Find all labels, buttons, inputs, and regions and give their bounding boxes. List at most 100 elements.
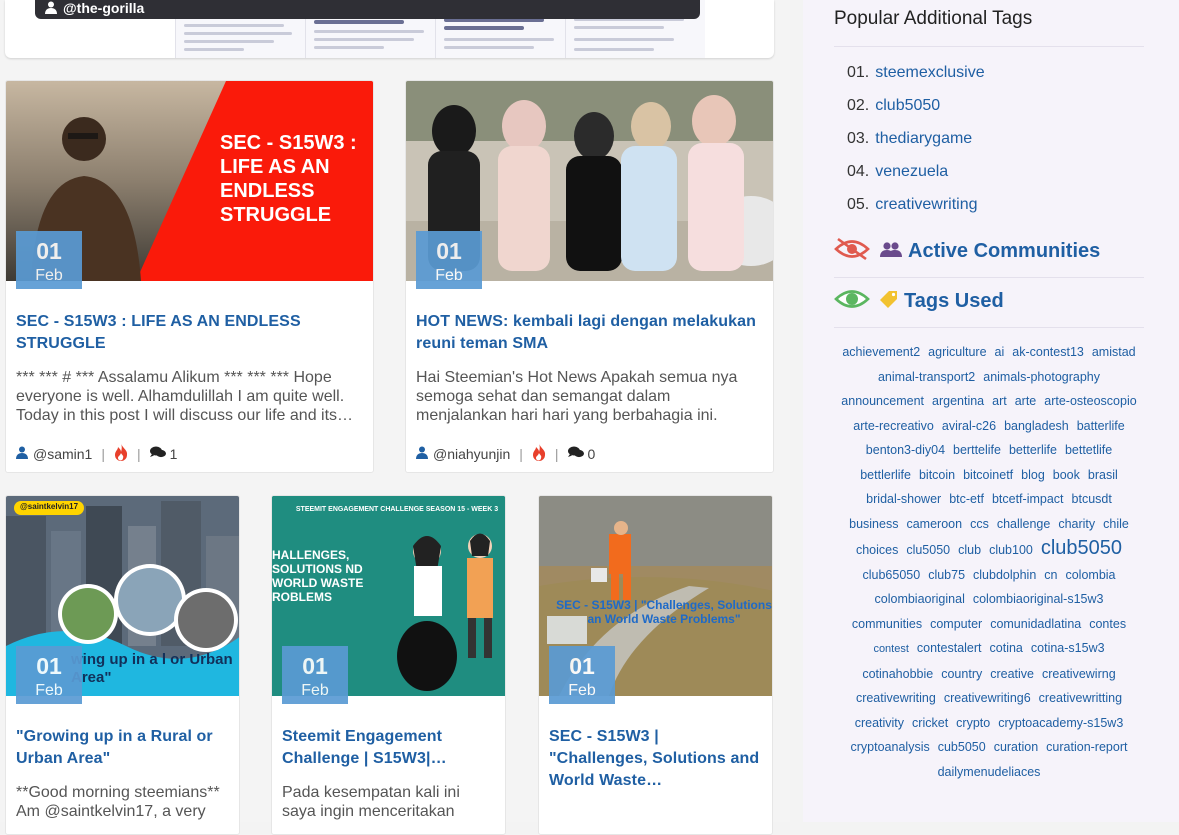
tag-link[interactable]: comunidadlatina <box>990 612 1081 637</box>
post-title[interactable]: SEC - S15W3 : LIFE AS AN ENDLESS STRUGGL… <box>16 311 361 355</box>
tag-link[interactable]: club5050 <box>1041 536 1122 561</box>
tag-link[interactable]: animal-transport2 <box>878 365 975 390</box>
tag-link[interactable]: creativewritting <box>1039 686 1122 711</box>
tag-link[interactable]: clu5050 <box>906 538 950 563</box>
tag-link[interactable]: crypto <box>956 711 990 736</box>
tag-link[interactable]: colombiaoriginal <box>875 587 965 612</box>
popular-tag-link[interactable]: steemexclusive <box>875 64 984 81</box>
tag-link[interactable]: curation <box>994 735 1038 760</box>
tag-link[interactable]: art <box>992 389 1007 414</box>
post-card[interactable]: SEC - S15W3 : LIFE AS AN ENDLESS STRUGGL… <box>5 80 374 473</box>
tag-link[interactable]: btc-etf <box>949 487 984 512</box>
tag-link[interactable]: bettetlife <box>1065 438 1112 463</box>
tag-link[interactable]: cryptoanalysis <box>851 735 930 760</box>
tag-link[interactable]: ak-contest13 <box>1012 340 1084 365</box>
eye-icon[interactable] <box>834 286 870 317</box>
tag-link[interactable]: blog <box>1021 463 1045 488</box>
tag-link[interactable]: book <box>1053 463 1080 488</box>
tag-link[interactable]: club65050 <box>862 563 920 588</box>
tag-link[interactable]: btcusdt <box>1072 487 1112 512</box>
popular-tag-link[interactable]: creativewriting <box>875 196 977 213</box>
tag-link[interactable]: chile <box>1103 512 1129 537</box>
tag-link[interactable]: curation-report <box>1046 735 1127 760</box>
tags-used-section[interactable]: Tags Used <box>834 286 1004 317</box>
tag-link[interactable]: agriculture <box>928 340 986 365</box>
tag-link[interactable]: communities <box>852 612 922 637</box>
tag-link[interactable]: bettlerlife <box>860 463 911 488</box>
tag-link[interactable]: cricket <box>912 711 948 736</box>
post-author[interactable]: @samin1 <box>33 446 92 462</box>
tag-link[interactable]: challenge <box>997 512 1051 537</box>
date-badge: 01 Feb <box>416 231 482 289</box>
tag-link[interactable]: colombia <box>1065 563 1115 588</box>
tag-link[interactable]: berttelife <box>953 438 1001 463</box>
tag-link[interactable]: ccs <box>970 512 989 537</box>
post-title[interactable]: HOT NEWS: kembali lagi dengan melakukan … <box>416 311 761 355</box>
tag-link[interactable]: contest <box>873 637 908 662</box>
tag-link[interactable]: creativity <box>855 711 904 736</box>
tag-link[interactable]: cub5050 <box>938 735 986 760</box>
author-pill[interactable]: @the-gorilla <box>35 0 700 19</box>
tag-link[interactable]: computer <box>930 612 982 637</box>
tag-link[interactable]: cn <box>1044 563 1057 588</box>
tag-link[interactable]: cotinahobbie <box>862 662 933 687</box>
post-author[interactable]: @niahyunjin <box>433 446 510 462</box>
tag-link[interactable]: benton3-diy04 <box>866 438 945 463</box>
tag-link[interactable]: creativewriting <box>856 686 936 711</box>
tag-link[interactable]: contestalert <box>917 636 982 661</box>
tag-link[interactable]: ai <box>995 340 1005 365</box>
tag-link[interactable]: choices <box>856 538 898 563</box>
tag-link[interactable]: creative <box>990 662 1034 687</box>
tag-link[interactable]: creativewirng <box>1042 662 1116 687</box>
post-card[interactable]: STEEMIT ENGAGEMENT CHALLENGE SEASON 15 -… <box>271 495 506 835</box>
popular-tag-link[interactable]: club5050 <box>875 97 940 114</box>
tag-link[interactable]: amistad <box>1092 340 1136 365</box>
tag-link[interactable]: btcetf-impact <box>992 487 1064 512</box>
tag-link[interactable]: arte <box>1015 389 1037 414</box>
tag-link[interactable]: announcement <box>841 389 924 414</box>
post-card[interactable]: 01 Feb HOT NEWS: kembali lagi dengan mel… <box>405 80 774 473</box>
tag-link[interactable]: clubdolphin <box>973 563 1036 588</box>
popular-tags-heading: Popular Additional Tags <box>834 8 1033 29</box>
tag-link[interactable]: cotina <box>990 636 1023 661</box>
tag-link[interactable]: animals-photography <box>983 365 1100 390</box>
tag-link[interactable]: bitcoinetf <box>963 463 1013 488</box>
tag-link[interactable]: dailymenudeliaces <box>938 760 1041 785</box>
tag-link[interactable]: aviral-c26 <box>942 414 996 439</box>
tag-link[interactable]: contes <box>1089 612 1126 637</box>
tag-link[interactable]: club100 <box>989 538 1033 563</box>
tag-link[interactable]: cryptoacademy-s15w3 <box>998 711 1123 736</box>
popular-tag-link[interactable]: venezuela <box>875 163 948 180</box>
post-title[interactable]: Steemit Engagement Challenge | S15W3|… <box>282 726 493 770</box>
active-communities-section[interactable]: Active Communities <box>834 236 1100 267</box>
popular-tag-link[interactable]: thediarygame <box>875 130 972 147</box>
fire-icon[interactable] <box>114 443 128 464</box>
post-card[interactable]: SEC - S15W3 | "Challenges, Solutions an … <box>538 495 773 835</box>
post-title[interactable]: SEC - S15W3 | "Challenges, Solutions and… <box>549 726 760 792</box>
tag-link[interactable]: bridal-shower <box>866 487 941 512</box>
tag-link[interactable]: achievement2 <box>842 340 920 365</box>
tag-link[interactable]: bangladesh <box>1004 414 1069 439</box>
tag-link[interactable]: cotina-s15w3 <box>1031 636 1105 661</box>
tag-link[interactable]: country <box>941 662 982 687</box>
tag-link[interactable]: club <box>958 538 981 563</box>
tag-link[interactable]: cameroon <box>906 512 962 537</box>
tag-link[interactable]: creativewriting6 <box>944 686 1031 711</box>
tag-link[interactable]: batterlife <box>1077 414 1125 439</box>
tag-cloud: achievement2 agriculture ai ak-contest13 ami… <box>834 340 1144 784</box>
tag-link[interactable]: arte-osteoscopio <box>1044 389 1136 414</box>
post-card[interactable]: @saintkelvin17 wing up in a l or Urban A… <box>5 495 240 835</box>
thumbnail-header: STEEMIT ENGAGEMENT CHALLENGE SEASON 15 -… <box>295 506 499 513</box>
tag-link[interactable]: arte-recreativo <box>853 414 934 439</box>
tag-link[interactable]: club75 <box>928 563 965 588</box>
tag-link[interactable]: charity <box>1058 512 1095 537</box>
tag-link[interactable]: colombiaoriginal-s15w3 <box>973 587 1104 612</box>
tag-link[interactable]: business <box>849 512 898 537</box>
fire-icon[interactable] <box>532 443 546 464</box>
tag-link[interactable]: argentina <box>932 389 984 414</box>
tag-link[interactable]: brasil <box>1088 463 1118 488</box>
tag-link[interactable]: bitcoin <box>919 463 955 488</box>
post-title[interactable]: "Growing up in a Rural or Urban Area" <box>16 726 227 770</box>
eye-slash-icon[interactable] <box>834 236 870 267</box>
tag-link[interactable]: betterlife <box>1009 438 1057 463</box>
